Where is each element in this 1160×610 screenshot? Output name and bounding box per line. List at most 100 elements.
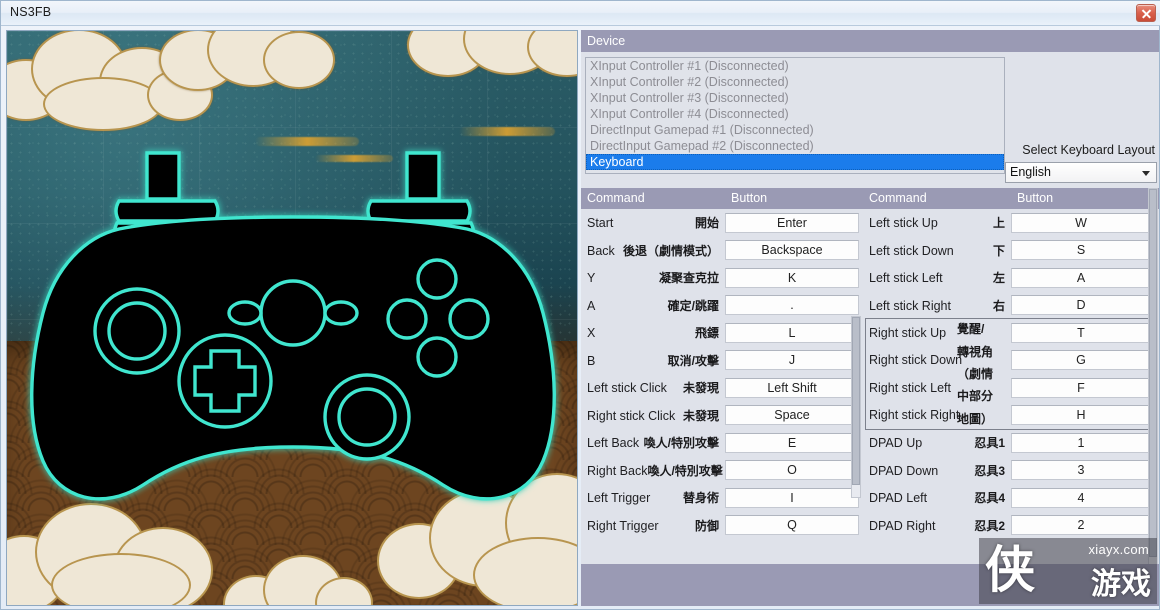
command-cell: Right stick Up [863,326,1011,340]
mapping-tables: Command Button Start 開始 Enter Back 後退（劇情… [581,188,1159,578]
command-note: 未發現 [682,408,719,423]
device-list-item[interactable]: DirectInput Gamepad #2 (Disconnected) [586,138,1004,154]
table-row: A 確定/跳躍 . [581,292,863,320]
command-note: 後退（劇情模式） [622,243,719,258]
command-note: 喚人/特別攻擊 [643,436,719,451]
device-list[interactable]: XInput Controller #1 (Disconnected) XInp… [585,57,1005,174]
command-label: Right stick Up [869,325,947,340]
right-table-header: Command Button [863,188,1159,209]
command-note: 飛鏢 [694,326,719,341]
keyboard-layout-select[interactable]: English [1005,162,1157,183]
command-label: DPAD Right [869,518,936,533]
command-label: B [587,353,596,368]
command-label: Left Trigger [587,491,651,506]
left-mapping-table: Command Button Start 開始 Enter Back 後退（劇情… [581,188,863,578]
command-cell: Right Trigger 防御 [581,517,725,534]
command-label: Left stick Click [587,381,667,396]
button-binding-field[interactable]: 4 [1011,487,1151,508]
button-binding-field[interactable]: Enter [725,212,859,233]
right-mapping-table: Command Button Left stick Up 上 W Left st… [863,188,1159,578]
left-header-button: Button [731,191,768,205]
button-binding-field[interactable]: T [1011,322,1151,343]
table-row: Back 後退（劇情模式） Backspace [581,237,863,265]
button-binding-field[interactable]: E [725,432,859,453]
command-label: Right Trigger [587,518,659,533]
left-header-command: Command [587,191,645,205]
button-binding-field[interactable]: 1 [1011,432,1151,453]
left-table-scrollbar[interactable] [851,316,861,498]
button-binding-field[interactable]: F [1011,377,1151,398]
left-table-body: Start 開始 Enter Back 後退（劇情模式） Backspace Y… [581,209,863,539]
device-list-item[interactable]: XInput Controller #1 (Disconnected) [586,58,1004,74]
button-binding-field[interactable]: Left Shift [725,377,859,398]
button-binding-field[interactable]: K [725,267,859,288]
button-binding-field[interactable]: W [1011,212,1151,233]
scrollbar-thumb[interactable] [852,317,860,485]
command-label: A [587,298,596,313]
table-row: Left stick Right 右 D [863,292,1159,320]
command-cell: Left stick Left 左 [863,269,1011,286]
button-binding-field[interactable]: Space [725,405,859,426]
table-row: Left stick Click 未發現 Left Shift [581,374,863,402]
keyboard-layout-label: Select Keyboard Layout [1022,143,1155,157]
table-row: Right stick Left F [863,374,1159,402]
button-binding-field[interactable]: G [1011,350,1151,371]
command-label: Left stick Down [869,243,954,258]
button-binding-field[interactable]: 2 [1011,515,1151,536]
command-cell: Left Trigger 替身術 [581,489,725,506]
command-label: DPAD Up [869,436,923,451]
table-row: DPAD Left 忍具4 4 [863,484,1159,512]
command-note: 未發現 [682,381,719,396]
device-list-item[interactable]: XInput Controller #2 (Disconnected) [586,74,1004,90]
table-row: Right Back 喚人/特別攻擊 O [581,457,863,485]
command-note: 替身術 [682,491,719,506]
command-cell: Left stick Right 右 [863,297,1011,314]
table-row: B 取消/攻擊 J [581,347,863,375]
command-cell: Left stick Up 上 [863,214,1011,231]
device-list-item[interactable]: DirectInput Gamepad #1 (Disconnected) [586,122,1004,138]
device-list-item[interactable]: XInput Controller #3 (Disconnected) [586,90,1004,106]
device-section-header: Device [581,30,1159,52]
command-label: DPAD Left [869,491,928,506]
device-list-item[interactable]: XInput Controller #4 (Disconnected) [586,106,1004,122]
table-row: Y 凝聚查克拉 K [581,264,863,292]
button-binding-field[interactable]: Backspace [725,240,859,261]
button-binding-field[interactable]: 3 [1011,460,1151,481]
command-note: 下 [992,243,1005,258]
device-list-item-selected[interactable]: Keyboard [586,154,1004,170]
gamepad-illustration [7,31,577,605]
table-row: Right stick Down G [863,347,1159,375]
command-cell: Start 開始 [581,214,725,231]
table-row: X 飛鏢 L [581,319,863,347]
command-note: 忍具3 [974,463,1005,478]
button-binding-field[interactable]: S [1011,240,1151,261]
button-binding-field[interactable]: D [1011,295,1151,316]
command-label: Y [587,271,596,286]
table-row: Right stick Click 未發現 Space [581,402,863,430]
button-binding-field[interactable]: A [1011,267,1151,288]
scrollbar-thumb[interactable] [1149,189,1157,557]
table-row: Right stick Right H [863,402,1159,430]
command-label: Left stick Right [869,298,951,313]
button-binding-field[interactable]: L [725,322,859,343]
button-binding-field[interactable]: O [725,460,859,481]
command-cell: B 取消/攻擊 [581,352,725,369]
command-note: 右 [992,298,1005,313]
button-binding-field[interactable]: I [725,487,859,508]
table-row: DPAD Up 忍具1 1 [863,429,1159,457]
command-label: Right stick Down [869,353,963,368]
command-note: 忍具4 [974,491,1005,506]
button-binding-field[interactable]: J [725,350,859,371]
right-table-scrollbar[interactable] [1148,188,1158,578]
close-icon[interactable] [1136,4,1156,22]
command-cell: Right Back 喚人/特別攻擊 [581,462,725,479]
button-binding-field[interactable]: H [1011,405,1151,426]
button-binding-field[interactable]: Q [725,515,859,536]
title-bar: NS3FB [1,1,1160,26]
command-cell: Left Back 喚人/特別攻擊 [581,434,725,451]
button-binding-field[interactable]: . [725,295,859,316]
command-cell: X 飛鏢 [581,324,725,341]
command-cell: DPAD Down 忍具3 [863,462,1011,479]
command-label: Right stick Click [587,408,676,423]
keyboard-layout-value: English [1010,165,1051,179]
